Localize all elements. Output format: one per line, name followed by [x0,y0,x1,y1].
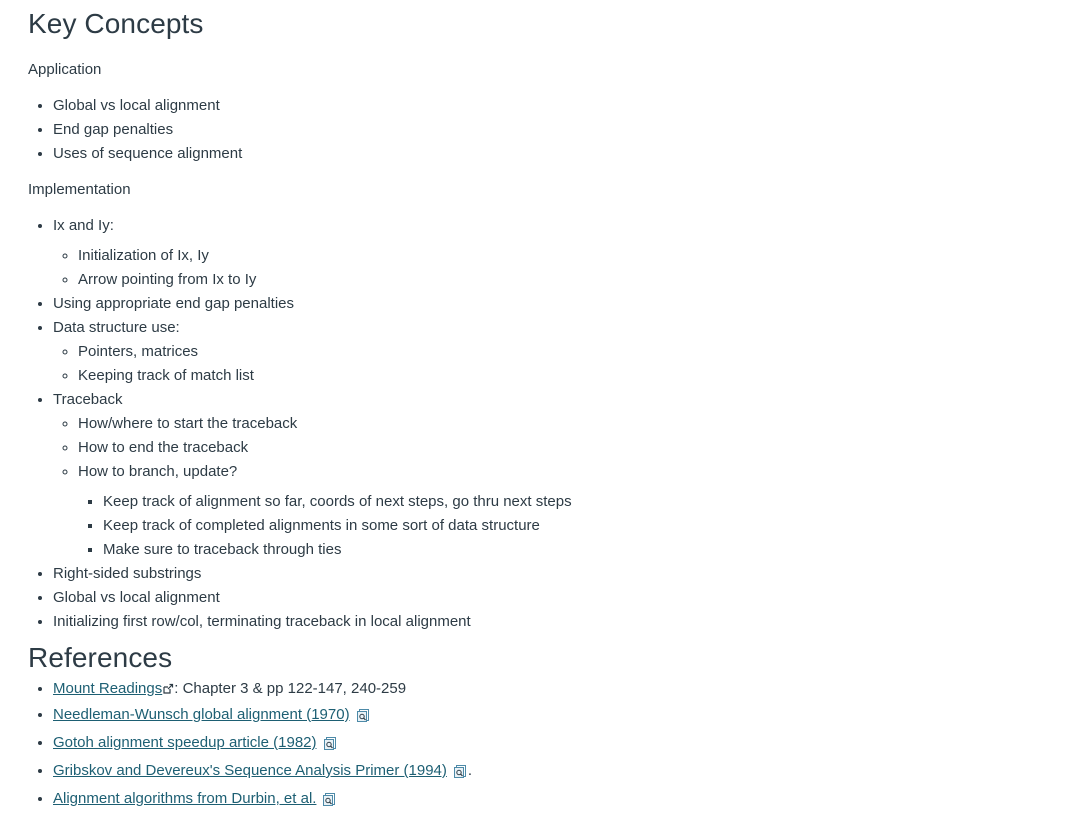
references-list: Mount Readings : Chapter 3 & pp 122-147, … [28,677,1037,815]
list-item: Global vs local alignment [53,94,1037,118]
list-item: Initializing first row/col, terminating … [53,610,1037,634]
gotoh-link[interactable]: Gotoh alignment speedup article (1982) [53,734,317,751]
reference-suffix: . [467,762,473,779]
data-structure-sublist: Pointers, matrices Keeping track of matc… [53,340,1037,388]
file-preview-icon[interactable] [356,707,371,731]
implementation-list: Ix and Iy: Initialization of Ix, Iy Arro… [28,214,1037,634]
application-list: Global vs local alignment End gap penalt… [28,94,1037,166]
list-item: Uses of sequence alignment [53,142,1037,166]
list-item: End gap penalties [53,118,1037,142]
traceback-sublist: How/where to start the traceback How to … [53,412,1037,562]
mount-readings-link[interactable]: Mount Readings [53,680,162,697]
file-preview-icon[interactable] [323,735,338,759]
list-item: Data structure use: Pointers, matrices K… [53,316,1037,388]
list-item: Keep track of completed alignments in so… [103,514,1037,538]
reference-item: Gotoh alignment speedup article (1982) [53,731,1037,759]
list-item: Pointers, matrices [78,340,1037,364]
reference-item: Mount Readings : Chapter 3 & pp 122-147, … [53,677,1037,703]
list-item: Make sure to traceback through ties [103,538,1037,562]
branch-label: How to branch, update? [78,463,238,480]
list-item: Initialization of Ix, Iy [78,244,1037,268]
list-item: How/where to start the traceback [78,412,1037,436]
list-item: Traceback How/where to start the traceba… [53,388,1037,562]
list-item: Right-sided substrings [53,562,1037,586]
needleman-wunsch-link[interactable]: Needleman-Wunsch global alignment (1970) [53,706,350,723]
file-preview-icon[interactable] [322,791,337,815]
reference-item: Alignment algorithms from Durbin, et al. [53,787,1037,815]
page-content: Key Concepts Application Global vs local… [0,0,1065,815]
application-label: Application [28,61,102,78]
traceback-label: Traceback [53,391,123,408]
gribskov-link[interactable]: Gribskov and Devereux's Sequence Analysi… [53,762,447,779]
reference-item: Gribskov and Devereux's Sequence Analysi… [53,759,1037,787]
ixiy-sublist: Initialization of Ix, Iy Arrow pointing … [53,244,1037,292]
key-concepts-heading: Key Concepts [28,8,204,39]
list-item: How to branch, update? Keep track of ali… [78,460,1037,562]
list-item: How to end the traceback [78,436,1037,460]
list-item: Ix and Iy: Initialization of Ix, Iy Arro… [53,214,1037,292]
durbin-link[interactable]: Alignment algorithms from Durbin, et al. [53,790,316,807]
references-heading: References [28,642,173,673]
branch-sublist: Keep track of alignment so far, coords o… [78,490,1037,562]
implementation-label: Implementation [28,181,131,198]
list-item: Keeping track of match list [78,364,1037,388]
reference-item: Needleman-Wunsch global alignment (1970) [53,703,1037,731]
reference-suffix: : Chapter 3 & pp 122-147, 240-259 [174,680,407,697]
list-item: Using appropriate end gap penalties [53,292,1037,316]
ixiy-label: Ix and Iy: [53,217,114,234]
list-item: Arrow pointing from Ix to Iy [78,268,1037,292]
list-item: Keep track of alignment so far, coords o… [103,490,1037,514]
list-item: Global vs local alignment [53,586,1037,610]
data-structure-label: Data structure use: [53,319,180,336]
file-preview-icon[interactable] [453,763,468,787]
external-link-icon[interactable] [162,679,174,703]
